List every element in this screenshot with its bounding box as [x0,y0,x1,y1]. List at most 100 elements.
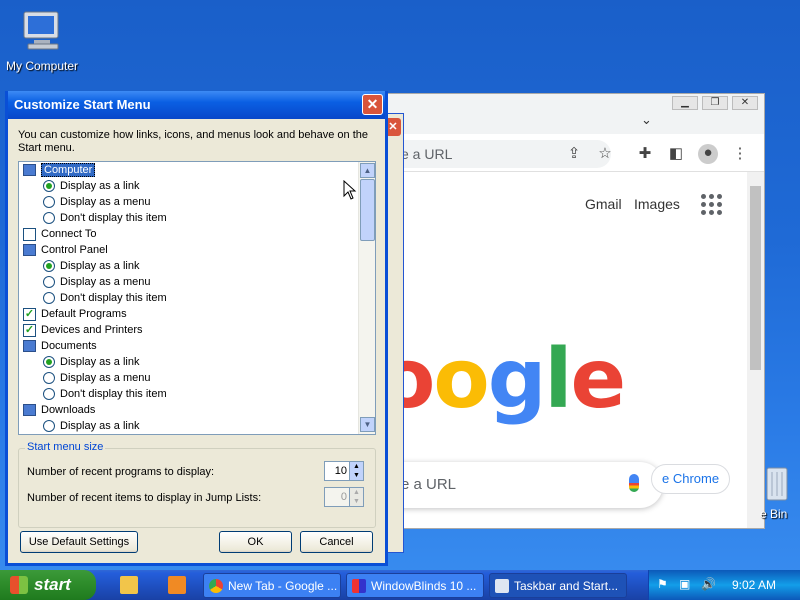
option-label: Computer [41,163,96,177]
share-icon[interactable]: ⇪ [564,144,584,164]
recent-items-stepper: 0 ▲ ▼ [324,487,364,507]
scroll-down-arrow-icon[interactable]: ▼ [360,417,375,432]
action-center-flag-icon[interactable]: ⚑ [657,577,671,591]
mouse-cursor-icon [343,180,357,200]
radio-option[interactable]: Display as a menu [19,274,357,290]
radio-button-icon[interactable] [43,292,55,304]
ok-button[interactable]: OK [219,531,292,553]
taskbar-settings-icon [495,579,509,593]
profile-avatar-icon[interactable]: ● [698,144,718,164]
apps-grid-icon[interactable] [701,194,723,216]
checkbox-icon[interactable]: ✓ [23,324,36,337]
radio-option[interactable]: Don't display this item [19,290,357,306]
close-button[interactable]: ✕ [732,96,758,110]
microphone-icon[interactable] [629,474,639,492]
images-link[interactable]: Images [634,196,680,212]
radio-option[interactable]: Don't display this item [19,386,357,402]
radio-option[interactable]: Display as a menu [19,194,357,210]
checkbox-option[interactable]: ✓ Devices and Printers [19,322,357,338]
checkbox-option[interactable]: ✓ Default Programs [19,306,357,322]
recycle-bin-desktop-icon[interactable]: e Bin [760,464,800,521]
recycle-bin-icon [766,467,788,501]
radio-button-icon[interactable] [43,372,55,384]
cancel-button[interactable]: Cancel [300,531,373,553]
network-icon[interactable]: ▣ [679,577,693,591]
start-label: start [34,575,71,594]
gmail-link[interactable]: Gmail [585,196,622,212]
category-item[interactable]: Documents [19,338,357,354]
radio-option[interactable]: Don't display this item [19,210,357,226]
computer-icon [23,11,59,50]
taskbar-item-windowblinds[interactable]: WindowBlinds 10 ... [346,573,484,598]
recent-items-value: 0 [340,491,347,503]
recent-items-label: Number of recent items to display in Jum… [27,492,262,504]
menu-kebab-icon[interactable]: ⋮ [730,144,750,164]
radio-option[interactable]: Display as a link [19,258,357,274]
radio-option[interactable]: Display as a menu [19,370,357,386]
radio-option[interactable]: Display as a link [19,418,357,434]
bookmark-star-icon[interactable]: ☆ [595,144,615,164]
dialog-titlebar[interactable]: Customize Start Menu ✕ [8,91,385,119]
radio-option[interactable]: Display as a link [19,178,357,194]
folder-icon [23,244,36,256]
volume-icon[interactable]: 🔊 [701,577,716,591]
clock[interactable]: 9:02 AM [732,578,776,592]
recent-programs-stepper[interactable]: 10 ▲ ▼ [324,461,364,481]
radio-button-icon[interactable] [43,196,55,208]
checkbox-icon[interactable]: ✓ [23,308,36,321]
search-placeholder: e a URL [401,476,457,493]
list-scroll-thumb[interactable] [360,179,375,241]
folder-icon [23,164,36,176]
side-panel-icon[interactable]: ◧ [666,144,686,164]
page-scroll-thumb[interactable] [750,186,761,370]
scroll-up-arrow-icon[interactable]: ▲ [360,163,375,178]
radio-button-icon[interactable] [43,356,55,368]
taskbar-item-label: New Tab - Google ... [228,579,338,593]
category-item[interactable]: Downloads [19,402,357,418]
chrome-titlebar[interactable]: ⌄ ▁ ❐ ✕ [381,94,764,134]
radio-button-icon[interactable] [43,180,55,192]
taskbar: start New Tab - Google ... WindowBlinds … [0,570,800,600]
radio-option[interactable]: Display as a link [19,354,357,370]
extensions-puzzle-icon[interactable]: ✚ [635,144,655,164]
address-bar-placeholder: e a URL [401,146,453,162]
taskbar-item-label: Taskbar and Start... [514,579,619,593]
option-label: Devices and Printers [41,324,143,336]
use-default-settings-button[interactable]: Use Default Settings [20,531,138,553]
media-player-quicklaunch-icon[interactable] [168,576,186,594]
taskbar-item-chrome[interactable]: New Tab - Google ... [203,573,341,598]
radio-button-icon[interactable] [43,260,55,272]
my-computer-desktop-icon[interactable]: My Computer [2,8,82,73]
windows-flag-icon [10,576,28,594]
restore-button[interactable]: ❐ [702,96,728,110]
recent-programs-value: 10 [334,465,347,477]
chrome-toolbar: e a URL ⇪ ☆ ✚ ◧ ● ⋮ [381,134,764,172]
radio-button-icon[interactable] [43,388,55,400]
explorer-quicklaunch-icon[interactable] [120,576,138,594]
start-button[interactable]: start [0,570,96,600]
category-item[interactable]: Control Panel [19,242,357,258]
option-label: Control Panel [41,244,108,256]
stepper-arrows-icon[interactable]: ▲ ▼ [349,462,363,480]
radio-button-icon[interactable] [43,276,55,288]
google-search-box[interactable]: e a URL [381,462,663,508]
option-label: Display as a menu [60,276,151,288]
option-label: Default Programs [41,308,127,320]
category-item[interactable]: Computer [19,162,357,178]
dialog-close-button[interactable]: ✕ [362,94,383,115]
minimize-button[interactable]: ▁ [672,96,698,110]
chrome-icon [209,579,223,593]
radio-button-icon[interactable] [43,212,55,224]
chevron-down-icon[interactable]: ⌄ [641,112,652,128]
start-menu-options-list[interactable]: Computer Display as a link Display as a me… [18,161,376,435]
system-tray: ⚑ ▣ 🔊 9:02 AM [648,570,800,600]
checkbox-option[interactable]: Connect To [19,226,357,242]
option-label: Display as a menu [60,196,151,208]
taskbar-item-taskbar-start[interactable]: Taskbar and Start... [489,573,627,598]
customize-chrome-button[interactable]: e Chrome [651,464,731,494]
checkbox-icon[interactable] [23,228,36,241]
list-scrollbar[interactable]: ▲ ▼ [358,162,375,434]
chrome-window[interactable]: ⌄ ▁ ❐ ✕ e a URL ⇪ ☆ ✚ ◧ ● ⋮ Gmail Images… [379,93,765,529]
google-logo: oogle [379,332,626,427]
radio-button-icon[interactable] [43,420,55,432]
